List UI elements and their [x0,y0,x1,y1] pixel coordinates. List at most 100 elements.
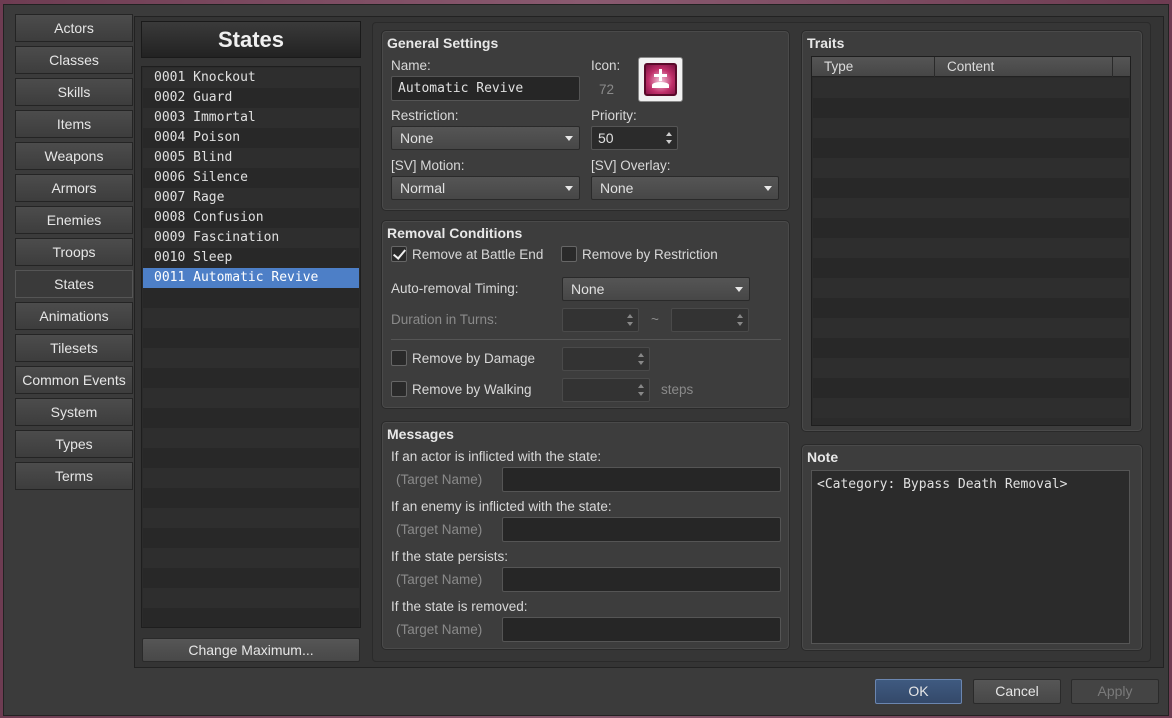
table-row[interactable] [813,298,1129,318]
table-row[interactable] [813,78,1129,98]
list-item[interactable]: 0001 Knockout [143,68,359,88]
damage-checkbox[interactable] [391,350,407,366]
category-tilesets[interactable]: Tilesets [15,334,133,362]
change-maximum-button[interactable]: Change Maximum... [142,638,360,662]
traits-table[interactable]: Type Content [811,56,1131,426]
empty-row[interactable] [143,508,359,528]
sv-overlay-select[interactable]: None [591,176,779,200]
table-row[interactable] [813,338,1129,358]
empty-row[interactable] [143,448,359,468]
empty-row[interactable] [143,488,359,508]
walking-spinner[interactable] [562,378,650,402]
empty-row[interactable] [143,328,359,348]
name-field[interactable]: Automatic Revive [391,76,580,101]
spin-down-icon[interactable] [737,322,743,326]
list-item[interactable]: 0007 Rage [143,188,359,208]
empty-row[interactable] [143,528,359,548]
empty-row[interactable] [143,388,359,408]
list-item[interactable]: 0003 Immortal [143,108,359,128]
empty-row[interactable] [143,348,359,368]
state-list[interactable]: 0001 Knockout 0002 Guard 0003 Immortal 0… [141,66,361,628]
restriction-removal-label[interactable]: Remove by Restriction [582,247,718,262]
table-row[interactable] [813,218,1129,238]
empty-row[interactable] [143,608,359,627]
ok-button[interactable]: OK [875,679,962,704]
spin-up-icon[interactable] [737,314,743,318]
empty-row[interactable] [143,588,359,608]
category-system[interactable]: System [15,398,133,426]
duration-max-spinner[interactable] [671,308,749,332]
table-row[interactable] [813,238,1129,258]
message-enemy-field[interactable] [502,517,781,542]
table-row[interactable] [813,138,1129,158]
battle-end-label[interactable]: Remove at Battle End [412,247,543,262]
spin-up-icon[interactable] [627,314,633,318]
icon-picker[interactable] [638,57,683,102]
table-row[interactable] [813,398,1129,418]
list-item-selected[interactable]: 0011 Automatic Revive [143,268,359,288]
table-row[interactable] [813,378,1129,398]
spin-down-icon[interactable] [627,322,633,326]
message-actor-field[interactable] [502,467,781,492]
empty-row[interactable] [143,548,359,568]
category-classes[interactable]: Classes [15,46,133,74]
col-content-header[interactable]: Content [947,59,994,74]
table-row[interactable] [813,318,1129,338]
walking-label[interactable]: Remove by Walking [412,382,532,397]
damage-label[interactable]: Remove by Damage [412,351,535,366]
category-actors[interactable]: Actors [15,14,133,42]
sv-motion-select[interactable]: Normal [391,176,580,200]
restriction-checkbox[interactable] [561,246,577,262]
category-common-events[interactable]: Common Events [15,366,133,394]
list-item[interactable]: 0009 Fascination [143,228,359,248]
priority-spinner[interactable]: 50 [591,126,678,150]
empty-row[interactable] [143,308,359,328]
message-removed-field[interactable] [502,617,781,642]
spin-down-icon[interactable] [666,140,672,144]
table-row[interactable] [813,278,1129,298]
empty-row[interactable] [143,568,359,588]
spin-up-icon[interactable] [638,384,644,388]
table-row[interactable] [813,358,1129,378]
empty-row[interactable] [143,468,359,488]
list-item[interactable]: 0006 Silence [143,168,359,188]
category-armors[interactable]: Armors [15,174,133,202]
battle-end-checkbox[interactable] [391,246,407,262]
list-item[interactable]: 0004 Poison [143,128,359,148]
table-row[interactable] [813,178,1129,198]
category-enemies[interactable]: Enemies [15,206,133,234]
table-row[interactable] [813,198,1129,218]
empty-row[interactable] [143,428,359,448]
category-weapons[interactable]: Weapons [15,142,133,170]
category-skills[interactable]: Skills [15,78,133,106]
spin-up-icon[interactable] [666,132,672,136]
damage-spinner[interactable] [562,347,650,371]
table-row[interactable] [813,258,1129,278]
table-row[interactable] [813,118,1129,138]
category-troops[interactable]: Troops [15,238,133,266]
table-row[interactable] [813,98,1129,118]
category-animations[interactable]: Animations [15,302,133,330]
category-types[interactable]: Types [15,430,133,458]
walking-checkbox[interactable] [391,381,407,397]
cancel-button[interactable]: Cancel [973,679,1061,704]
table-row[interactable] [813,158,1129,178]
note-textarea[interactable]: <Category: Bypass Death Removal> [811,470,1130,644]
message-persist-field[interactable] [502,567,781,592]
timing-select[interactable]: None [562,277,750,301]
empty-row[interactable] [143,408,359,428]
duration-min-spinner[interactable] [562,308,639,332]
category-items[interactable]: Items [15,110,133,138]
list-item[interactable]: 0008 Confusion [143,208,359,228]
empty-row[interactable] [143,368,359,388]
spin-down-icon[interactable] [638,392,644,396]
list-item[interactable]: 0010 Sleep [143,248,359,268]
list-item[interactable]: 0005 Blind [143,148,359,168]
empty-row[interactable] [143,288,359,308]
category-states[interactable]: States [15,270,133,298]
apply-button[interactable]: Apply [1071,679,1159,704]
restriction-select[interactable]: None [391,126,580,150]
spin-up-icon[interactable] [638,353,644,357]
col-type-header[interactable]: Type [824,59,853,74]
spin-down-icon[interactable] [638,361,644,365]
